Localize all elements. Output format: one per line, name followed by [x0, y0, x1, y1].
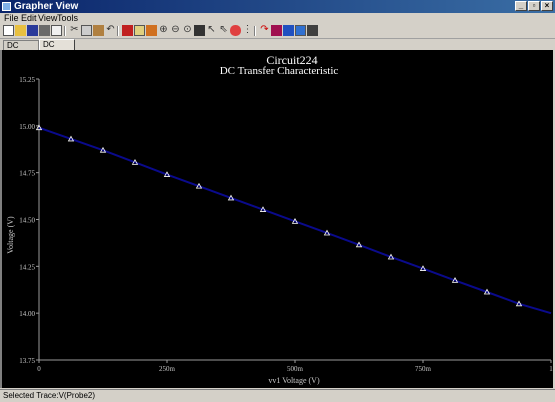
menu-view[interactable]: View	[38, 13, 57, 24]
select-trace-icon[interactable]: ↷	[259, 25, 270, 36]
x-tick-label: 750m	[415, 365, 432, 373]
y-tick-label: 14.75	[19, 170, 35, 178]
x-tick-label: 500m	[287, 365, 304, 373]
cut-icon[interactable]: ✂	[69, 25, 80, 36]
y-tick-label: 15.25	[19, 76, 35, 84]
zoom-out-icon[interactable]: ⊖	[170, 25, 181, 36]
legend-icon[interactable]	[134, 25, 145, 36]
axes: 13.75 14.00 14.25 14.50 14.75 15.00 15.25 0 250m…	[19, 76, 553, 373]
run-icon[interactable]	[307, 25, 318, 36]
plot-content	[35, 124, 552, 315]
minimize-button[interactable]: _	[515, 1, 527, 11]
trace-icon[interactable]: ⋮	[242, 25, 253, 36]
paste-icon[interactable]	[93, 25, 104, 36]
cursor-icon[interactable]: ↖	[206, 25, 217, 36]
export-icon[interactable]	[271, 25, 282, 36]
menu-edit[interactable]: Edit	[21, 13, 37, 24]
x-tick-label: 250m	[159, 365, 176, 373]
overlay-icon[interactable]	[283, 25, 294, 36]
menu-bar: File Edit View Tools	[0, 13, 555, 24]
plot-area[interactable]: Circuit224 DC Transfer Characteristic vv…	[0, 50, 553, 388]
y-tick-label: 14.50	[19, 217, 35, 225]
chart-subtitle: DC Transfer Characteristic	[220, 65, 339, 77]
title-bar: Grapher View _ ▫ ×	[0, 0, 555, 13]
zoom-fit-icon[interactable]: ⊙	[182, 25, 193, 36]
status-bar: Selected Trace:V(Probe2)	[0, 389, 555, 402]
toolbar-separator	[64, 26, 66, 36]
copy-icon[interactable]	[81, 25, 92, 36]
y-tick-label: 13.75	[19, 357, 35, 365]
status-text: Selected Trace:V(Probe2)	[3, 391, 96, 400]
app-icon	[2, 2, 11, 11]
tab-dc-sweep-1[interactable]: DC Sweep	[3, 40, 39, 60]
chart-svg: Circuit224 DC Transfer Characteristic vv…	[6, 53, 553, 385]
print-icon[interactable]	[39, 25, 50, 36]
y-tick-label: 15.00	[19, 123, 35, 131]
cursor-pair-icon[interactable]: ⇖	[218, 25, 229, 36]
print-preview-icon[interactable]	[51, 25, 62, 36]
x-tick-label: 0	[37, 365, 41, 373]
y-axis-label: Voltage (V)	[6, 216, 15, 254]
tab-dc-sweep-2[interactable]: DC Sweep	[39, 39, 75, 59]
marker-icon[interactable]	[230, 25, 241, 36]
grid-icon[interactable]	[122, 25, 133, 36]
toolbar: ✂ ↶ ⊕ ⊖ ⊙ ↖ ⇖ ⋮ ↷	[0, 24, 555, 39]
y-tick-label: 14.00	[19, 310, 35, 318]
menu-tools[interactable]: Tools	[57, 13, 78, 24]
undo-icon[interactable]: ↶	[105, 25, 116, 36]
series-line	[38, 126, 552, 315]
zoom-in-icon[interactable]: ⊕	[158, 25, 169, 36]
x-axis-label: vv1 Voltage (V)	[268, 376, 320, 385]
tab-strip: DC Sweep DC Sweep	[0, 39, 555, 60]
chart-icon[interactable]	[295, 25, 306, 36]
window-title: Grapher View	[14, 1, 79, 12]
toolbar-separator	[117, 26, 119, 36]
maximize-button[interactable]: ▫	[528, 1, 540, 11]
menu-file[interactable]: File	[4, 13, 19, 24]
toolbar-separator	[254, 26, 256, 36]
save-icon[interactable]	[27, 25, 38, 36]
close-button[interactable]: ×	[541, 1, 553, 11]
y-tick-label: 14.25	[19, 263, 35, 271]
toggle-background-icon[interactable]	[194, 25, 205, 36]
open-icon[interactable]	[15, 25, 26, 36]
x-tick-label: 1	[549, 365, 553, 373]
properties-icon[interactable]	[146, 25, 157, 36]
new-icon[interactable]	[3, 25, 14, 36]
